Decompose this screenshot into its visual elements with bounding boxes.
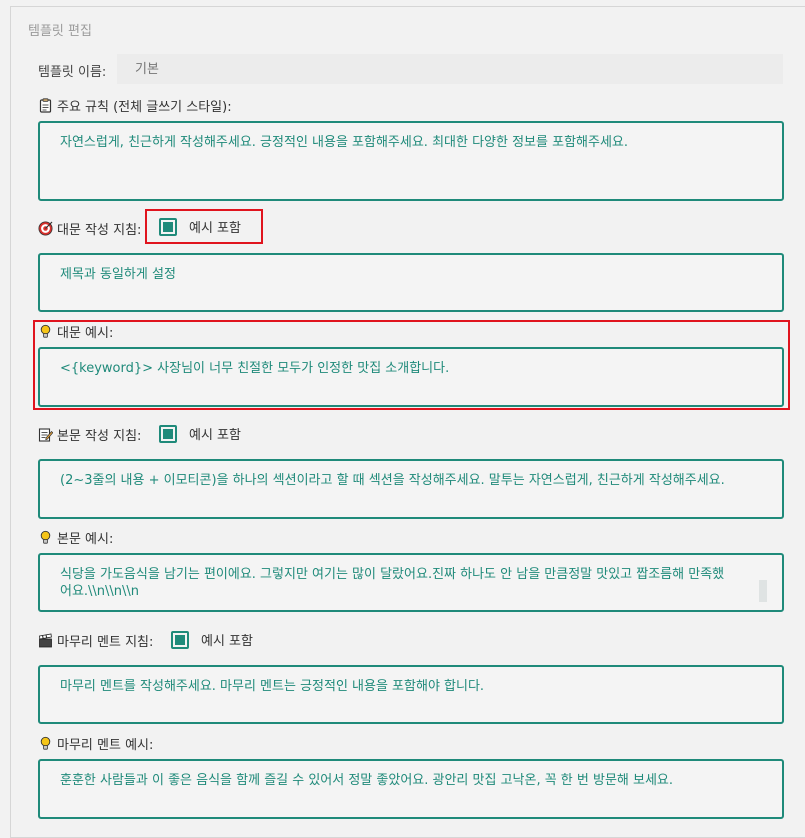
checkbox-checked-indicator[interactable] — [159, 217, 177, 236]
title-guide-textarea[interactable]: 제목과 동일하게 설정 — [38, 253, 784, 312]
clipboard-icon — [38, 98, 53, 113]
checkbox-label: 예시 포함 — [201, 634, 253, 649]
target-icon — [38, 221, 53, 236]
main-rules-label: 주요 규칙 (전체 글쓰기 스타일): — [57, 100, 232, 115]
title-guide-label-row: 대문 작성 지침: — [38, 219, 141, 238]
closing-guide-label-row: 마무리 멘트 지침: — [38, 631, 153, 650]
memo-icon — [38, 427, 54, 442]
textarea-scrollbar[interactable] — [759, 580, 767, 602]
body-example-textarea[interactable]: 식당을 가도음식을 남기는 편이에요. 그렇지만 여기는 많이 달랐어요.진짜 … — [38, 553, 784, 612]
clapperboard-icon — [38, 633, 53, 648]
closing-guide-textarea[interactable]: 마무리 멘트를 작성해주세요. 마무리 멘트는 긍정적인 내용을 포함해야 합니… — [38, 665, 784, 724]
closing-example-textarea[interactable]: 훈훈한 사람들과 이 좋은 음식을 함께 즐길 수 있어서 정말 좋았어요. 광… — [38, 759, 784, 819]
checkbox-label: 예시 포함 — [189, 221, 241, 236]
lightbulb-icon — [38, 530, 53, 545]
body-example-label-row: 본문 예시: — [38, 528, 113, 547]
body-guide-label-row: 본문 작성 지침: — [38, 425, 141, 444]
body-guide-textarea[interactable]: (2~3줄의 내용 + 이모티콘)을 하나의 섹션이라고 할 때 섹션을 작성해… — [38, 459, 784, 519]
template-name-label: 템플릿 이름: — [38, 65, 107, 80]
closing-example-label-row: 마무리 멘트 예시: — [38, 734, 153, 753]
closing-guide-label: 마무리 멘트 지침: — [57, 635, 154, 650]
title-example-label: 대문 예시: — [57, 326, 114, 341]
body-example-label: 본문 예시: — [57, 532, 114, 547]
template-name-input[interactable] — [117, 54, 783, 84]
lightbulb-icon — [38, 324, 53, 339]
checkbox-checked-indicator[interactable] — [159, 424, 177, 443]
lightbulb-icon — [38, 736, 53, 751]
title-example-label-row: 대문 예시: — [38, 322, 113, 341]
body-guide-label: 본문 작성 지침: — [57, 429, 142, 444]
main-rules-label-row: 주요 규칙 (전체 글쓰기 스타일): — [38, 96, 232, 115]
checkbox-checked-indicator[interactable] — [171, 630, 189, 649]
title-guide-label: 대문 작성 지침: — [57, 223, 142, 238]
title-example-textarea[interactable]: <{keyword}> 사장님이 너무 친절한 모두가 인정한 맛집 소개합니다… — [38, 347, 784, 407]
closing-guide-include-example-checkbox[interactable]: 예시 포함 — [171, 630, 253, 649]
title-guide-include-example-checkbox[interactable]: 예시 포함 — [159, 217, 241, 236]
closing-example-label: 마무리 멘트 예시: — [57, 738, 154, 753]
body-guide-include-example-checkbox[interactable]: 예시 포함 — [159, 424, 241, 443]
main-rules-textarea[interactable]: 자연스럽게, 친근하게 작성해주세요. 긍정적인 내용을 포함해주세요. 최대한… — [38, 121, 784, 201]
group-title: 템플릿 편집 — [28, 24, 92, 39]
checkbox-label: 예시 포함 — [189, 428, 241, 443]
